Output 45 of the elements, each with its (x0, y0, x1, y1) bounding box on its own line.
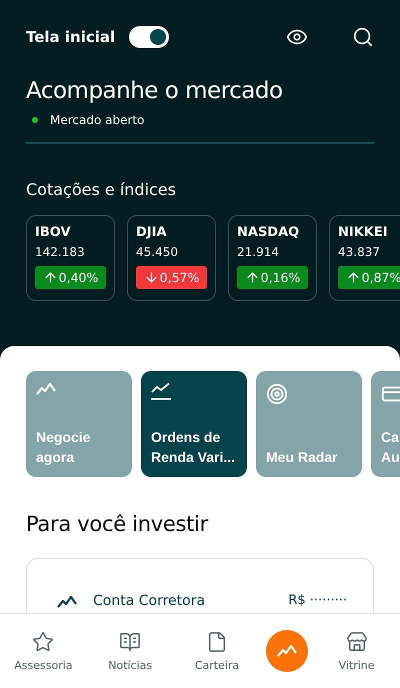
index-value: 21.914 (237, 245, 280, 259)
change-badge: 0,40% (35, 266, 106, 289)
index-value: 142.183 (35, 245, 86, 259)
quote-card[interactable]: IBOV 142.183 0,40% (26, 215, 115, 301)
account-name: Conta Corretora (93, 593, 206, 609)
market-status: Mercado aberto (50, 113, 144, 127)
zigzag-icon (57, 596, 77, 608)
section-title: Para você investir (26, 512, 210, 536)
index-name: NASDAQ (237, 225, 300, 240)
chart-line-icon (151, 383, 171, 401)
zigzag-icon (36, 383, 56, 395)
nav-item[interactable]: Vitrine (318, 630, 395, 672)
quote-card[interactable]: NASDAQ 21.914 0,16% (228, 215, 317, 301)
shortcut-label: Ca (381, 429, 399, 445)
index-name: IBOV (35, 225, 72, 240)
toggle-switch[interactable] (129, 26, 170, 48)
reader-icon (119, 630, 142, 652)
quote-card[interactable]: DJIA 45.450 0,57% (127, 215, 216, 301)
shortcut-label: Ordens de (151, 429, 220, 445)
shortcut-label: agora (36, 449, 74, 465)
index-name: DJIA (136, 225, 168, 240)
section-title: Acompanhe o mercado (26, 78, 284, 104)
nav-item[interactable]: Notícias (92, 630, 168, 672)
page-title: Tela inicial (26, 28, 116, 46)
change-badge: 0,57% (136, 266, 207, 289)
market-button[interactable] (266, 630, 308, 672)
star-icon (32, 630, 54, 652)
shortcut-card[interactable]: Ordens de Renda Vari... (141, 371, 247, 477)
target-icon (266, 383, 288, 405)
index-value: 43.837 (338, 245, 381, 259)
index-value: 45.450 (136, 245, 179, 259)
shortcut-label: Renda Vari... (151, 449, 236, 465)
section-title: Cotações e índices (26, 180, 177, 199)
nav-item[interactable]: Assessoria (5, 630, 82, 672)
zigzag-icon (276, 645, 297, 657)
store-icon (346, 630, 368, 652)
change-badge: 0,16% (237, 266, 308, 289)
shortcut-label: Negocie (36, 429, 90, 445)
shortcut-label: Au (381, 449, 400, 465)
shortcut-label: Meu Radar (266, 449, 338, 465)
status-dot (32, 117, 38, 123)
search-icon[interactable] (352, 26, 374, 48)
index-name: NIKKEI (338, 225, 389, 240)
nav-item[interactable]: Carteira (178, 630, 255, 672)
hidden-balance: R$ ········· (288, 593, 347, 608)
